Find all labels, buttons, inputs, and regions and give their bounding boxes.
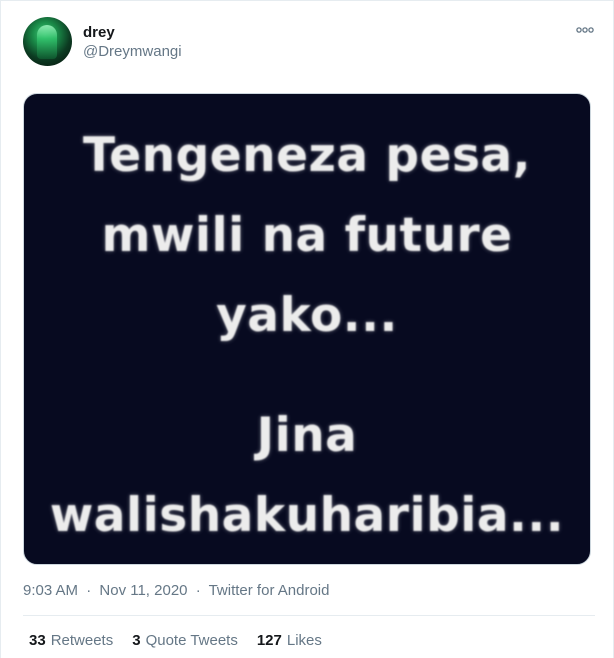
tweet-time[interactable]: 9:03 AM — [23, 582, 78, 599]
media-text-line: Tengeneza pesa, — [82, 128, 531, 183]
media-text-line: walishakuharibia... — [49, 488, 565, 543]
media-text-gap — [24, 356, 590, 396]
quote-tweets-label: Quote Tweets — [145, 632, 238, 649]
media-text-line: Jina — [256, 408, 358, 463]
retweets-label: Retweets — [50, 632, 114, 649]
more-options-icon — [576, 27, 594, 33]
tweet-header: drey @Dreymwangi — [23, 17, 182, 66]
avatar[interactable] — [23, 17, 72, 66]
tweet-source[interactable]: Twitter for Android — [209, 582, 330, 599]
author-display-name[interactable]: drey — [83, 23, 182, 42]
meta-separator: · — [195, 582, 201, 599]
avatar-figure — [37, 25, 57, 59]
media-text-line: yako... — [216, 288, 398, 343]
tweet-stats: 33 Retweets 3 Quote Tweets 127 Likes — [29, 631, 341, 651]
tweet-card: drey @Dreymwangi Tengeneza pesa, mwili n… — [0, 0, 614, 658]
quote-tweets-count: 3 — [132, 632, 141, 649]
tweet-media-image[interactable]: Tengeneza pesa, mwili na future yako... … — [23, 93, 591, 565]
author-handle[interactable]: @Dreymwangi — [83, 42, 182, 61]
quote-tweets-stat[interactable]: 3 Quote Tweets — [132, 631, 238, 651]
more-options-button[interactable] — [575, 23, 595, 37]
meta-separator: · — [86, 582, 92, 599]
likes-stat[interactable]: 127 Likes — [257, 631, 322, 651]
media-text: Tengeneza pesa, mwili na future yako... … — [24, 116, 590, 556]
likes-label: Likes — [286, 632, 322, 649]
likes-count: 127 — [256, 632, 282, 649]
media-text-line: mwili na future — [101, 208, 513, 263]
retweets-stat[interactable]: 33 Retweets — [29, 631, 113, 651]
author-names: drey @Dreymwangi — [83, 23, 182, 61]
tweet-meta: 9:03 AM · Nov 11, 2020 · Twitter for And… — [23, 581, 329, 601]
tweet-date[interactable]: Nov 11, 2020 — [99, 582, 187, 599]
divider — [23, 615, 595, 616]
retweets-count: 33 — [29, 632, 46, 649]
